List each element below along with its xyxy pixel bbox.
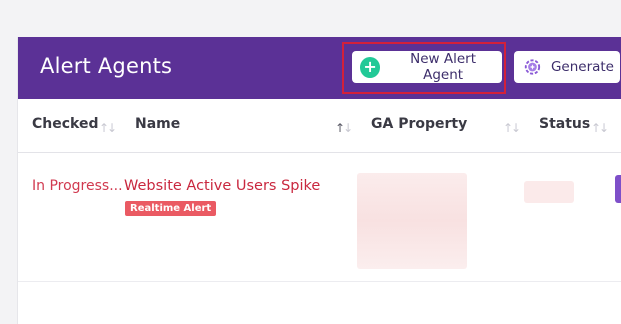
page-title: Alert Agents [40,54,173,78]
column-checked[interactable]: Checked [32,116,99,132]
column-status[interactable]: Status [539,116,590,132]
panel-header: Alert Agents + New Alert Agent Generate [18,37,621,99]
plus-circle-icon: + [360,56,381,78]
row-action-button[interactable] [615,175,621,203]
generate-button[interactable]: Generate [514,51,620,83]
alert-agents-panel: Alert Agents + New Alert Agent Generate … [17,37,621,324]
ga-property-redacted [357,173,467,269]
realtime-alert-badge: Realtime Alert [125,201,217,216]
generate-label: Generate [550,59,614,75]
sort-icon[interactable]: ↑↓ [335,121,353,135]
new-alert-agent-button[interactable]: + New Alert Agent [352,51,502,83]
column-ga-property[interactable]: GA Property [371,116,467,132]
sort-icon[interactable]: ↑↓ [99,121,117,135]
gear-icon [524,59,541,75]
column-name[interactable]: Name [135,116,180,132]
sort-icon[interactable]: ↑↓ [503,121,521,135]
new-alert-agent-label: New Alert Agent [410,51,477,83]
table-row[interactable]: In Progress... Website Active Users Spik… [18,153,621,282]
checked-status: In Progress... [32,178,123,194]
agent-name-link[interactable]: Website Active Users Spike [124,178,320,194]
table-header: Checked ↑↓ Name ↑↓ GA Property ↑↓ Status… [18,99,621,153]
status-redacted [524,181,574,203]
sort-icon[interactable]: ↑↓ [591,121,609,135]
